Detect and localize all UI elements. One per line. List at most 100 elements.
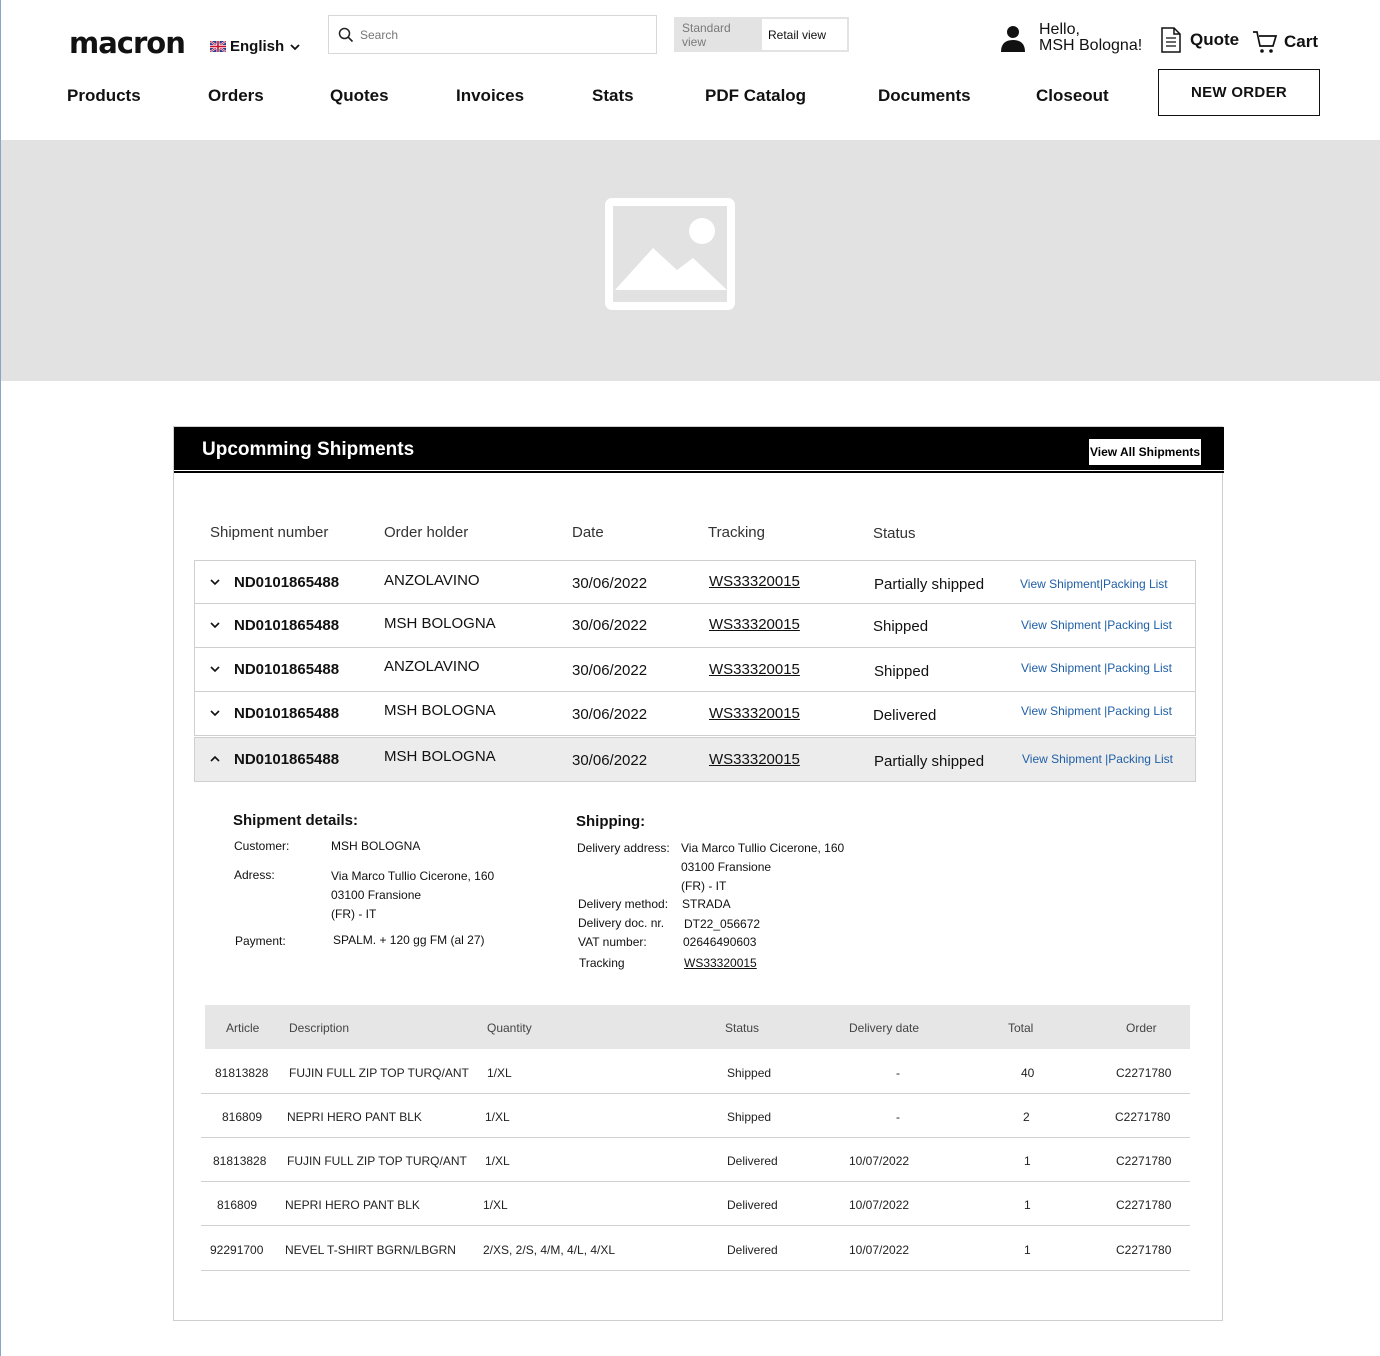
packing-list-link[interactable]: |Packing List [1105,752,1173,766]
new-order-button[interactable]: NEW ORDER [1158,69,1320,116]
nav-stats[interactable]: Stats [592,86,634,106]
nav-documents[interactable]: Documents [878,86,971,106]
packing-list-link[interactable]: |Packing List [1104,704,1172,718]
user-greeting[interactable]: Hello, MSH Bologna! [1000,22,1142,54]
shipment-status: Partially shipped [874,576,985,593]
user-icon [1001,26,1025,52]
quote-link[interactable]: Quote [1160,26,1239,54]
item-description: NEPRI HERO PANT BLK [285,1198,420,1212]
item-total: 40 [1021,1066,1035,1080]
shipment-row[interactable]: ND0101865488 MSH BOLOGNA 30/06/2022 WS33… [194,603,1196,648]
quote-label: Quote [1190,30,1240,49]
shipment-date: 30/06/2022 [572,617,648,634]
shipment-date: 30/06/2022 [572,752,648,769]
nav-orders[interactable]: Orders [208,86,264,106]
chevron-down-icon[interactable] [209,620,221,630]
packing-list-link[interactable]: |Packing List [1104,618,1172,632]
upcoming-shipments-panel: Upcomming Shipments View All Shipments S… [173,426,1224,1321]
view-toggle[interactable]: Standard view Retail view [674,17,849,52]
col-order-holder: Order holder [384,524,469,541]
shipment-row[interactable]: ND0101865488 ANZOLAVINO 30/06/2022 WS333… [194,647,1196,692]
shipment-details-title: Shipment details: [233,812,359,829]
shipment-status: Shipped [873,618,929,635]
col-delivery-date: Delivery date [849,1021,920,1035]
col-article: Article [226,1021,260,1035]
delivery-doc-value: DT22_056672 [684,917,761,931]
col-tracking: Tracking [708,524,765,541]
item-quantity: 1/XL [485,1154,510,1168]
chevron-down-icon[interactable] [209,664,221,674]
chevron-down-icon[interactable] [209,577,221,587]
delivery-method-value: STRADA [682,897,731,911]
address-line1: Via Marco Tullio Cicerone, 160 [331,869,495,883]
header-divider [174,471,1224,473]
delivery-address-line3: (FR) - IT [681,879,727,893]
nav-closeout[interactable]: Closeout [1036,86,1109,106]
panel-title: Upcomming Shipments [202,439,415,460]
shipment-row-expanded[interactable]: ND0101865488 MSH BOLOGNA 30/06/2022 WS33… [194,737,1196,782]
shipment-number: ND0101865488 [234,751,340,768]
item-article: 92291700 [210,1243,264,1257]
payment-label: Payment: [235,934,286,948]
nav-invoices[interactable]: Invoices [456,86,524,106]
language-selector[interactable]: English [210,38,302,55]
view-shipment-link[interactable]: View Shipment [1020,577,1100,591]
packing-list-link[interactable]: |Packing List [1104,661,1172,675]
nav-products[interactable]: Products [67,86,141,106]
view-shipment-link[interactable]: View Shipment [1022,752,1102,766]
item-order: C2271780 [1116,1066,1172,1080]
tracking-link[interactable]: WS33320015 [709,751,800,768]
item-row: 81813828 FUJIN FULL ZIP TOP TURQ/ANT 1/X… [201,1138,1190,1182]
tracking-link[interactable]: WS33320015 [709,616,800,633]
image-placeholder-icon [605,198,735,310]
nav-quotes[interactable]: Quotes [330,86,389,106]
item-delivery-date: - [896,1066,900,1080]
tracking-label: Tracking [579,956,625,970]
standard-view-option[interactable]: Standard view [676,19,762,50]
delivery-address-line1: Via Marco Tullio Cicerone, 160 [681,841,845,855]
view-shipment-link[interactable]: View Shipment [1021,661,1101,675]
tracking-link[interactable]: WS33320015 [709,705,800,722]
item-row: 92291700 NEVEL T-SHIRT BGRN/LBGRN 2/XS, … [201,1227,1190,1271]
search-input[interactable] [360,27,640,42]
cart-icon [1253,31,1278,53]
retail-view-option[interactable]: Retail view [762,19,847,50]
item-description: NEVEL T-SHIRT BGRN/LBGRN [285,1243,456,1257]
delivery-method-label: Delivery method: [578,897,669,911]
view-shipment-link[interactable]: View Shipment [1021,704,1101,718]
item-status: Shipped [727,1110,772,1124]
tracking-link[interactable]: WS33320015 [709,661,800,678]
chevron-up-icon[interactable] [209,754,221,764]
tracking-link[interactable]: WS33320015 [709,573,800,590]
order-holder: MSH BOLOGNA [384,702,496,719]
item-order: C2271780 [1115,1110,1171,1124]
hero-banner [1,140,1380,381]
view-all-shipments-button[interactable]: View All Shipments [1088,438,1202,466]
cart-link[interactable]: Cart [1252,30,1318,54]
item-total: 1 [1024,1198,1031,1212]
col-total: Total [1008,1021,1034,1035]
nav-pdf-catalog[interactable]: PDF Catalog [705,86,806,106]
payment-value: SPALM. + 120 gg FM (al 27) [333,933,485,947]
item-quantity: 2/XS, 2/S, 4/M, 4/L, 4/XL [483,1243,616,1257]
search-box[interactable] [328,15,657,54]
shipment-row[interactable]: ND0101865488 ANZOLAVINO 30/06/2022 WS333… [194,560,1196,605]
chevron-down-icon[interactable] [209,708,221,718]
uk-flag-icon [210,41,226,52]
macron-logo[interactable]: macron [69,26,186,60]
item-quantity: 1/XL [485,1110,510,1124]
shipment-number: ND0101865488 [234,661,340,678]
delivery-doc-label: Delivery doc. nr. [578,916,665,930]
view-shipment-link[interactable]: View Shipment [1021,618,1101,632]
document-icon [1161,27,1181,53]
shipment-status: Shipped [874,663,930,680]
delivery-address-label: Delivery address: [577,841,670,855]
packing-list-link[interactable]: |Packing List [1100,577,1168,591]
shipment-row[interactable]: ND0101865488 MSH BOLOGNA 30/06/2022 WS33… [194,691,1196,736]
shipment-number: ND0101865488 [234,617,340,634]
item-description: FUJIN FULL ZIP TOP TURQ/ANT [289,1066,469,1080]
shipping-tracking-link[interactable]: WS33320015 [684,954,757,973]
item-total: 1 [1024,1154,1031,1168]
order-holder: ANZOLAVINO [384,572,480,589]
panel-header: Upcomming Shipments View All Shipments [174,427,1224,470]
